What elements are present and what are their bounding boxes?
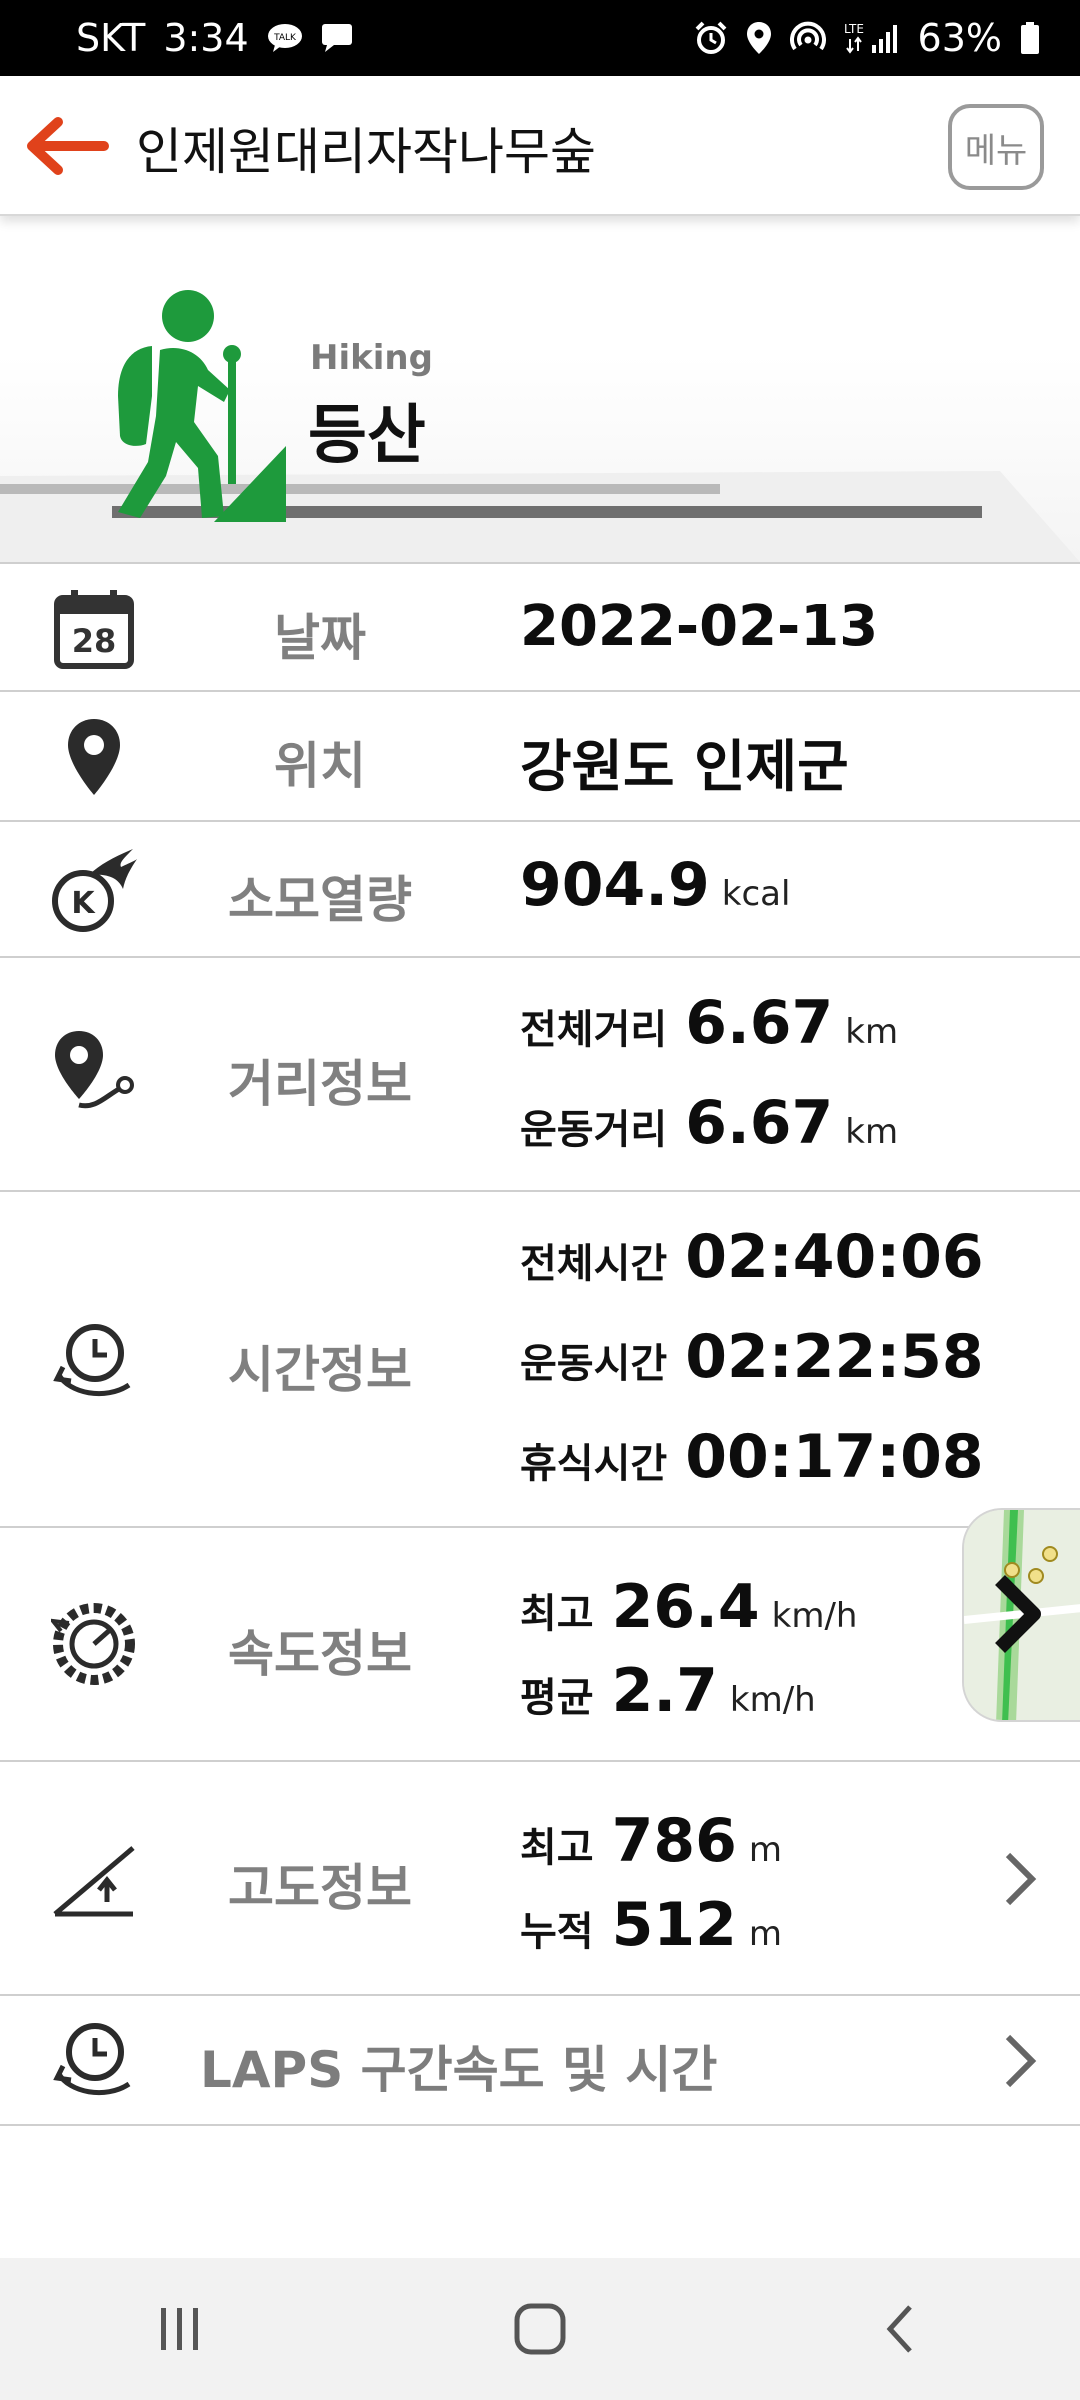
speedometer-icon	[46, 1596, 142, 1692]
location-row: 위치 강원도 인제군	[0, 692, 1080, 822]
altitude-slope-icon	[46, 1832, 142, 1928]
speed-label: 속도정보	[228, 1625, 412, 1683]
speed-avg-key: 평균	[520, 1675, 594, 1721]
activity-header: Hiking 등산	[0, 216, 1080, 562]
speed-max-unit: km/h	[771, 1596, 858, 1636]
time-row: 시간정보 전체시간 02:40:06 운동시간 02:22:58 휴식시간 00…	[0, 1192, 1080, 1528]
speed-max: 최고 26.4 km/h	[520, 1572, 857, 1642]
altitude-cumulative-key: 누적	[520, 1909, 594, 1955]
chevron-right-icon	[1005, 1852, 1037, 1906]
clock-cycle-icon	[46, 1312, 142, 1408]
location-label: 위치	[274, 737, 366, 795]
map-thumbnail-button[interactable]	[962, 1508, 1080, 1722]
back-arrow-icon	[27, 117, 109, 175]
menu-button[interactable]: 메뉴	[948, 104, 1044, 190]
distance-exercise-value: 6.67	[685, 1088, 834, 1158]
distance-exercise: 운동거리 6.67 km	[520, 1088, 898, 1158]
speed-avg: 평균 2.7 km/h	[520, 1656, 816, 1726]
distance-total-unit: km	[845, 1012, 899, 1052]
svg-text:LTE: LTE	[844, 22, 864, 36]
distance-total-key: 전체거리	[520, 1007, 668, 1053]
calories-unit: kcal	[721, 874, 791, 914]
chevron-right-icon	[1005, 2034, 1037, 2088]
system-nav-bar	[0, 2258, 1080, 2400]
message-icon	[321, 23, 353, 53]
altitude-max-key: 최고	[520, 1825, 594, 1871]
map-pin-icon	[46, 709, 142, 805]
time-rest-key: 휴식시간	[520, 1441, 668, 1487]
map-preview-icon	[964, 1510, 1080, 1720]
distance-label: 거리정보	[228, 1055, 412, 1113]
svg-text:TALK: TALK	[273, 33, 297, 43]
speed-avg-value: 2.7	[611, 1656, 718, 1726]
altitude-cumulative-value: 512	[611, 1890, 737, 1960]
time-total-key: 전체시간	[520, 1241, 668, 1287]
hotspot-icon	[789, 21, 826, 55]
calories-value: 904.9	[520, 850, 710, 920]
speed-row: 속도정보 최고 26.4 km/h 평균 2.7 km/h	[0, 1508, 1080, 1762]
speed-max-key: 최고	[520, 1591, 594, 1637]
altitude-row[interactable]: 고도정보 최고 786 m 누적 512 m	[0, 1762, 1080, 1996]
laps-row[interactable]: LAPS 구간속도 및 시간	[0, 1996, 1080, 2126]
page-title: 인제원대리자작나무숲	[136, 123, 596, 181]
time-exercise-key: 운동시간	[520, 1341, 668, 1387]
distance-total: 전체거리 6.67 km	[520, 988, 898, 1058]
home-button[interactable]	[480, 2279, 600, 2379]
distance-row: 거리정보 전체거리 6.67 km 운동거리 6.67 km	[0, 958, 1080, 1192]
calories-label: 소모열량	[228, 871, 412, 929]
recent-apps-icon	[161, 2308, 198, 2350]
recent-apps-button[interactable]	[120, 2279, 240, 2379]
distance-exercise-unit: km	[845, 1112, 899, 1152]
laps-label: LAPS 구간속도 및 시간	[200, 2041, 718, 2099]
time-total-value: 02:40:06	[685, 1222, 984, 1292]
time-rest: 휴식시간 00:17:08	[520, 1422, 984, 1492]
time-text: 3:34	[163, 16, 249, 60]
activity-name-en: Hiking	[310, 338, 433, 378]
time-exercise: 운동시간 02:22:58	[520, 1322, 984, 1392]
location-value: 강원도 인제군	[520, 735, 849, 800]
activity-name-ko: 등산	[308, 399, 426, 473]
time-exercise-value: 02:22:58	[685, 1322, 984, 1392]
home-icon	[514, 2303, 566, 2355]
altitude-max-unit: m	[748, 1830, 782, 1870]
kakaotalk-icon: TALK	[267, 23, 303, 53]
battery-icon	[1020, 21, 1040, 55]
system-back-button[interactable]	[840, 2279, 960, 2379]
date-value: 2022-02-13	[520, 594, 879, 659]
altitude-max: 최고 786 m	[520, 1806, 782, 1876]
distance-exercise-key: 운동거리	[520, 1107, 668, 1153]
calendar-icon: 28	[46, 581, 142, 677]
time-rest-value: 00:17:08	[685, 1422, 984, 1492]
laps-clock-icon	[46, 2013, 142, 2109]
calories-row: K 소모열량 904.9 kcal	[0, 822, 1080, 958]
location-icon	[746, 21, 772, 55]
date-label: 날짜	[274, 609, 366, 667]
alarm-icon	[694, 21, 728, 55]
time-label: 시간정보	[228, 1341, 412, 1399]
altitude-max-value: 786	[611, 1806, 737, 1876]
activity-info-list: 28 날짜 2022-02-13 위치 강원도 인제군 K 소모열량 904.9	[0, 562, 1080, 2126]
altitude-cumulative-unit: m	[748, 1914, 782, 1954]
altitude-label: 고도정보	[228, 1859, 412, 1917]
date-row: 28 날짜 2022-02-13	[0, 562, 1080, 692]
calories-value-group: 904.9 kcal	[520, 850, 790, 920]
hiking-icon	[114, 290, 286, 522]
speed-max-value: 26.4	[611, 1572, 760, 1642]
time-total: 전체시간 02:40:06	[520, 1222, 984, 1292]
carrier-text: SKT	[76, 16, 146, 60]
status-bar: SKT 3:34 TALK LTE 63%	[0, 0, 1080, 76]
back-button[interactable]	[22, 114, 112, 178]
distance-total-value: 6.67	[685, 988, 834, 1058]
app-bar: 인제원대리자작나무숲 메뉴	[0, 76, 1080, 216]
svg-text:K: K	[71, 886, 96, 921]
speed-avg-unit: km/h	[729, 1680, 816, 1720]
calendar-day: 28	[72, 622, 117, 660]
lte-signal-icon: LTE	[844, 21, 900, 55]
altitude-cumulative: 누적 512 m	[520, 1890, 782, 1960]
battery-percent: 63%	[917, 16, 1002, 60]
route-pin-icon	[46, 1024, 142, 1120]
back-chevron-icon	[886, 2305, 912, 2353]
calorie-flame-icon: K	[46, 842, 142, 938]
